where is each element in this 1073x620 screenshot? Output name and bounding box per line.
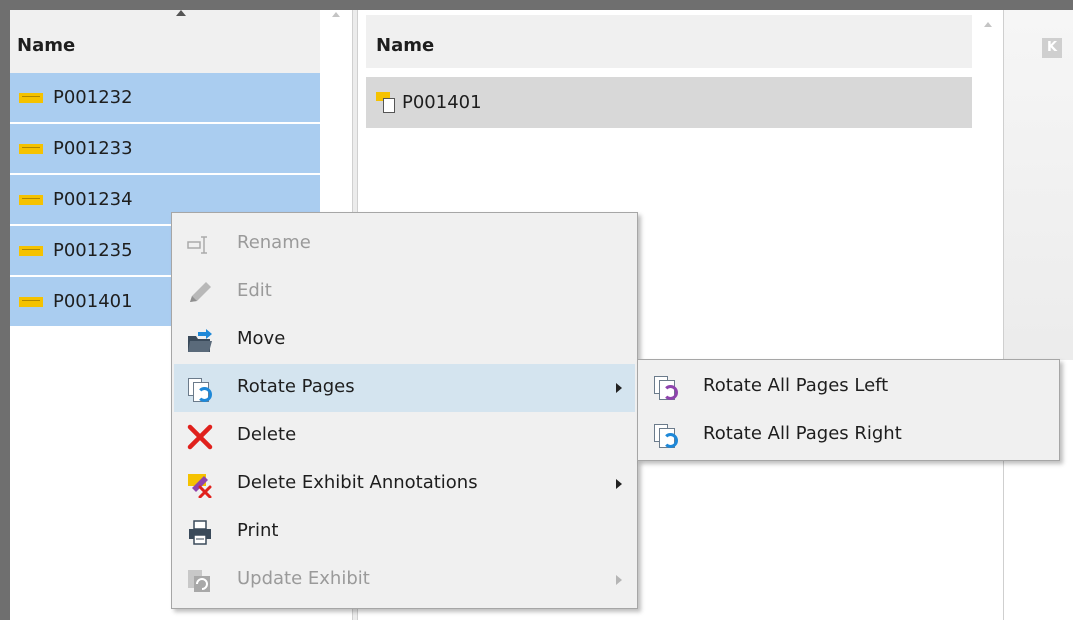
rename-icon	[186, 232, 214, 258]
rotate-pages-icon	[186, 376, 214, 402]
window-frame-left	[0, 0, 10, 620]
right-name-column-header[interactable]: Name	[366, 15, 972, 68]
menu-item-label: Rotate All Pages Left	[703, 375, 889, 396]
menu-item-rotate-all-pages-right[interactable]: Rotate All Pages Right	[640, 410, 1057, 458]
scroll-up-icon[interactable]	[984, 22, 992, 27]
menu-item-delete[interactable]: Delete	[174, 412, 635, 460]
menu-item-label: Rotate Pages	[237, 376, 355, 397]
side-panel: K	[1003, 10, 1073, 620]
menu-item-label: Move	[237, 328, 286, 349]
left-name-header-label: Name	[17, 35, 76, 56]
menu-item-label: Print	[237, 520, 279, 541]
submenu-arrow-icon	[616, 383, 622, 393]
delete-annotations-icon	[186, 472, 214, 499]
move-folder-icon	[186, 328, 214, 354]
exhibit-sticker-icon	[19, 92, 43, 103]
rotate-left-icon	[652, 374, 680, 400]
submenu-arrow-icon	[616, 575, 622, 585]
right-name-header-label: Name	[376, 35, 435, 56]
menu-item-label: Edit	[237, 280, 272, 301]
exhibit-sticker-icon	[19, 194, 43, 205]
left-name-column-header[interactable]: Name	[10, 10, 320, 73]
menu-item-print[interactable]: Print	[174, 508, 635, 556]
list-item[interactable]: P001401	[366, 77, 972, 128]
exhibit-sticker-icon	[19, 296, 43, 307]
list-item-label: P001401	[402, 92, 482, 113]
rotate-right-icon	[652, 422, 680, 448]
first-page-icon[interactable]: K	[1042, 38, 1062, 58]
sort-ascending-icon	[176, 10, 186, 16]
update-exhibit-icon	[186, 568, 214, 594]
menu-item-label: Update Exhibit	[237, 568, 370, 589]
context-menu: Rename Edit Move Rotate Pages Delete Del…	[171, 212, 638, 609]
window-frame-top	[0, 0, 1073, 10]
menu-item-label: Delete	[237, 424, 297, 445]
menu-item-update-exhibit[interactable]: Update Exhibit	[174, 556, 635, 604]
list-item[interactable]: P001233	[10, 124, 320, 175]
list-item-label: P001401	[53, 291, 133, 312]
exhibit-sticker-icon	[19, 143, 43, 154]
list-item[interactable]: P001232	[10, 73, 320, 124]
red-x-icon	[186, 424, 214, 450]
exhibit-sticker-icon	[19, 245, 43, 256]
menu-item-label: Rotate All Pages Right	[703, 423, 902, 444]
pencil-icon	[186, 280, 214, 306]
menu-item-move[interactable]: Move	[174, 316, 635, 364]
list-item-label: P001235	[53, 240, 133, 261]
scroll-up-icon[interactable]	[332, 12, 340, 17]
list-item-label: P001232	[53, 87, 133, 108]
list-item-label: P001234	[53, 189, 133, 210]
menu-item-edit[interactable]: Edit	[174, 268, 635, 316]
menu-item-rotate-all-pages-left[interactable]: Rotate All Pages Left	[640, 362, 1057, 410]
menu-item-label: Delete Exhibit Annotations	[237, 472, 478, 493]
list-item-label: P001233	[53, 138, 133, 159]
menu-item-rotate-pages[interactable]: Rotate Pages	[174, 364, 635, 412]
printer-icon	[186, 520, 214, 546]
rotate-pages-submenu: Rotate All Pages Left Rotate All Pages R…	[637, 359, 1060, 461]
exhibit-document-icon	[376, 91, 398, 114]
menu-item-label: Rename	[237, 232, 311, 253]
menu-item-rename[interactable]: Rename	[174, 220, 635, 268]
submenu-arrow-icon	[616, 479, 622, 489]
menu-item-delete-exhibit-annotations[interactable]: Delete Exhibit Annotations	[174, 460, 635, 508]
